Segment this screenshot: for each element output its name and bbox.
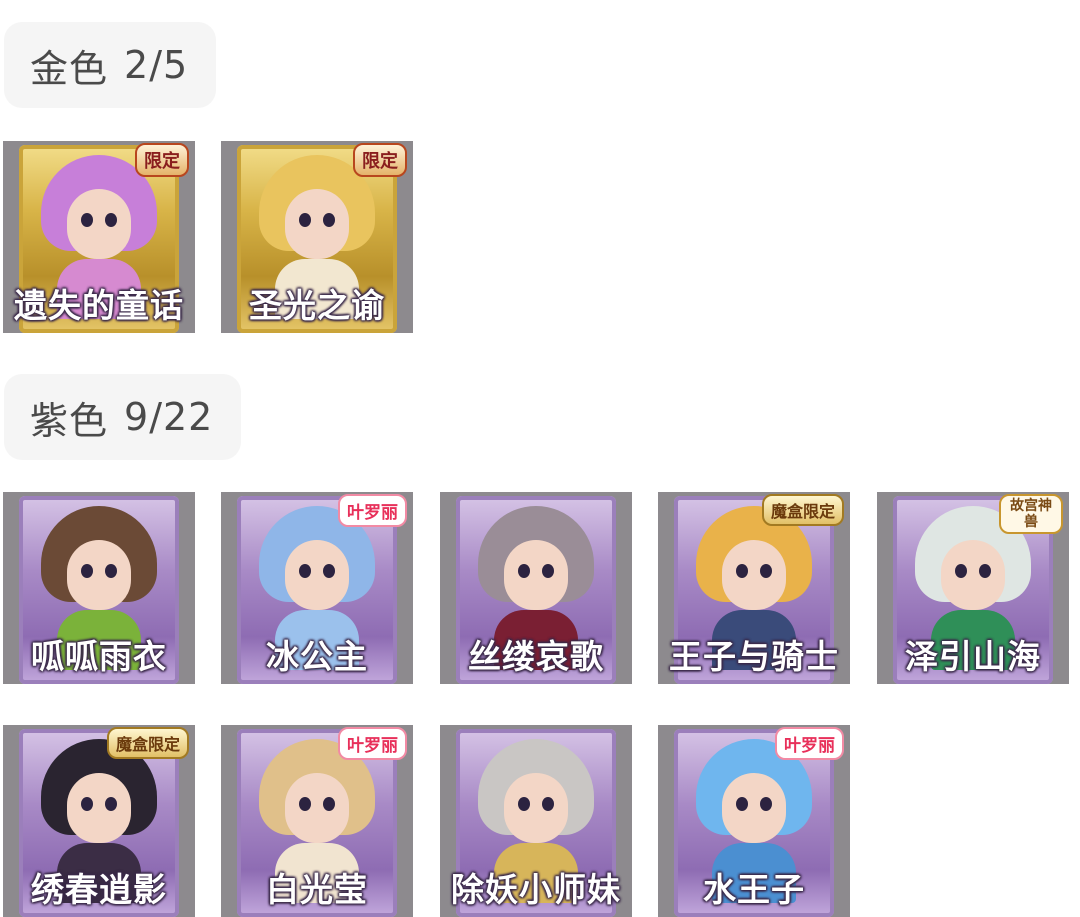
character-eye bbox=[518, 564, 530, 578]
skin-card[interactable]: 叶罗丽水王子 bbox=[658, 725, 850, 917]
skin-card[interactable]: 限定圣光之谕 bbox=[221, 141, 413, 333]
card-badge: 叶罗丽 bbox=[338, 494, 407, 527]
skin-card[interactable]: 叶罗丽冰公主 bbox=[221, 492, 413, 684]
skin-name: 泽引山海 bbox=[905, 637, 1041, 676]
skin-name: 圣光之谕 bbox=[249, 286, 385, 325]
character-eye bbox=[323, 564, 335, 578]
character-eye bbox=[323, 213, 335, 227]
card-badge: 限定 bbox=[353, 143, 407, 177]
character-face bbox=[504, 773, 568, 843]
section-label: 金色 bbox=[30, 46, 109, 91]
skin-card[interactable]: 呱呱雨衣 bbox=[3, 492, 195, 684]
character-face bbox=[285, 189, 349, 259]
skin-card[interactable]: 故宫神兽泽引山海 bbox=[877, 492, 1069, 684]
character-eye bbox=[542, 797, 554, 811]
skin-name: 遗失的童话 bbox=[14, 286, 184, 325]
section-tag-purple: 紫色 9/22 bbox=[4, 374, 242, 460]
skin-name: 水王子 bbox=[703, 870, 805, 909]
character-face bbox=[285, 540, 349, 610]
skin-card[interactable]: 魔盒限定王子与骑士 bbox=[658, 492, 850, 684]
character-eye bbox=[105, 564, 117, 578]
skin-card[interactable]: 除妖小师妹 bbox=[440, 725, 632, 917]
card-badge: 魔盒限定 bbox=[106, 727, 189, 759]
character-face bbox=[722, 540, 786, 610]
skin-card[interactable]: 叶罗丽白光莹 bbox=[221, 725, 413, 917]
card-badge: 叶罗丽 bbox=[338, 727, 407, 760]
character-eye bbox=[323, 797, 335, 811]
character-eye bbox=[299, 213, 311, 227]
card-badge: 限定 bbox=[135, 143, 189, 177]
character-eye bbox=[736, 564, 748, 578]
character-eye bbox=[105, 797, 117, 811]
character-eye bbox=[105, 213, 117, 227]
skin-name: 冰公主 bbox=[266, 637, 368, 676]
character-face bbox=[285, 773, 349, 843]
character-eye bbox=[81, 213, 93, 227]
skin-card[interactable]: 丝缕哀歌 bbox=[440, 492, 632, 684]
character-eye bbox=[299, 797, 311, 811]
character-eye bbox=[542, 564, 554, 578]
character-eye bbox=[81, 797, 93, 811]
character-face bbox=[722, 773, 786, 843]
character-eye bbox=[736, 797, 748, 811]
character-face bbox=[67, 189, 131, 259]
section-label: 紫色 bbox=[30, 398, 109, 443]
skin-card[interactable]: 魔盒限定绣春逍影 bbox=[3, 725, 195, 917]
character-eye bbox=[760, 564, 772, 578]
character-eye bbox=[518, 797, 530, 811]
character-face bbox=[67, 773, 131, 843]
section-tag-gold: 金色 2/5 bbox=[4, 22, 217, 108]
skin-name: 除妖小师妹 bbox=[451, 870, 621, 909]
skin-card[interactable]: 限定遗失的童话 bbox=[3, 141, 195, 333]
skin-name: 丝缕哀歌 bbox=[468, 637, 604, 676]
character-face bbox=[504, 540, 568, 610]
character-eye bbox=[955, 564, 967, 578]
section-count: 2/5 bbox=[124, 43, 189, 87]
card-badge: 故宫神兽 bbox=[999, 494, 1063, 534]
character-eye bbox=[760, 797, 772, 811]
card-badge: 叶罗丽 bbox=[775, 727, 844, 760]
character-eye bbox=[81, 564, 93, 578]
skin-name: 绣春逍影 bbox=[31, 870, 167, 909]
character-eye bbox=[299, 564, 311, 578]
character-eye bbox=[979, 564, 991, 578]
skin-name: 呱呱雨衣 bbox=[31, 637, 167, 676]
character-face bbox=[941, 540, 1005, 610]
section-count: 9/22 bbox=[124, 395, 214, 439]
skin-name: 王子与骑士 bbox=[669, 637, 839, 676]
skin-name: 白光莹 bbox=[266, 870, 368, 909]
character-face bbox=[67, 540, 131, 610]
card-badge: 魔盒限定 bbox=[761, 494, 844, 526]
